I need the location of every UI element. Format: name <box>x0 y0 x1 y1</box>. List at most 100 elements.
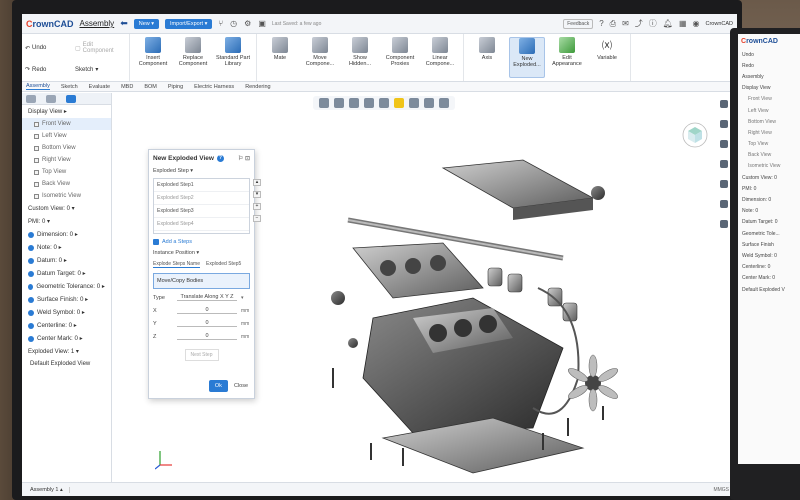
insert-component-button[interactable]: Insert Component <box>135 37 171 78</box>
section-view-icon[interactable] <box>394 98 404 108</box>
save-icon[interactable]: ▣ <box>258 19 266 28</box>
import-export-button[interactable]: Import/Export ▾ <box>165 18 213 29</box>
mail-icon[interactable]: ✉ <box>622 19 629 28</box>
appearance-icon[interactable] <box>409 98 419 108</box>
new-exploded-button[interactable]: New Exploded... <box>509 37 545 78</box>
pmi-geometric-tolerance[interactable]: Geometric Tolerance: 0 ▸ <box>22 280 111 293</box>
add-step-icon[interactable]: + <box>253 203 261 210</box>
redo-button[interactable]: ↷ Redo <box>25 61 73 78</box>
new-button[interactable]: New ▾ <box>133 18 160 29</box>
tab-exploded-step5[interactable]: Exploded Step5 <box>206 261 241 268</box>
tab-rendering[interactable]: Rendering <box>245 84 270 90</box>
pmi-dimension[interactable]: Dimension: 0 ▸ <box>22 228 111 241</box>
document-tab[interactable]: Assembly 1 ▴ <box>30 486 70 493</box>
view-front[interactable]: Front View <box>22 118 111 130</box>
pmi-centerline[interactable]: Centerline: 0 ▸ <box>22 319 111 332</box>
ok-button[interactable]: Ok <box>208 380 228 392</box>
document-title[interactable]: Assembly <box>80 19 115 28</box>
edit-component-button[interactable]: ▢ Edit Component <box>75 37 123 59</box>
list-item[interactable]: Exploded Step4 <box>154 218 249 231</box>
z-field[interactable]: Z 0 mm <box>149 330 254 343</box>
expand-icon[interactable] <box>720 100 728 108</box>
help-icon[interactable]: ? <box>216 155 224 162</box>
y-field[interactable]: Y 0 mm <box>149 317 254 330</box>
list-item[interactable]: Exploded Step2 <box>154 192 249 205</box>
dialog-window-controls[interactable]: ⚐ ⊡ <box>238 155 250 162</box>
feedback-button[interactable]: Feedback <box>563 18 594 29</box>
replace-component-button[interactable]: Replace Component <box>175 37 211 78</box>
pmi-toggle[interactable]: PMI: 0 ▾ <box>22 215 111 228</box>
type-select[interactable]: Type Translate Along X Y Z ▾ <box>149 291 254 304</box>
view-top[interactable]: Top View <box>22 166 111 178</box>
back-arrow-icon[interactable]: ⬅ <box>120 18 128 29</box>
history-icon[interactable]: ◷ <box>230 19 237 28</box>
standard-part-library-button[interactable]: Standard Part Library <box>215 37 251 78</box>
info-icon[interactable]: ⓘ <box>649 18 657 29</box>
view-left[interactable]: Left View <box>22 130 111 142</box>
display-manager-icon[interactable] <box>720 120 728 128</box>
move-up-icon[interactable]: ▴ <box>253 179 261 186</box>
close-button[interactable]: Close <box>234 383 248 389</box>
save-view-icon[interactable] <box>720 200 728 208</box>
units-indicator[interactable]: MMGS <box>713 487 729 493</box>
show-hidden-button[interactable]: Show Hidden... <box>342 37 378 78</box>
share-icon[interactable]: ⤴ <box>635 18 643 29</box>
display-view-toggle[interactable]: Display View ▸ <box>22 105 111 118</box>
display-icon[interactable] <box>66 95 76 103</box>
tab-evaluate[interactable]: Evaluate <box>89 84 110 90</box>
panel-icon[interactable] <box>720 220 728 228</box>
add-steps-checkbox[interactable]: Add a Steps <box>149 236 254 248</box>
linear-component-button[interactable]: Linear Compone... <box>422 37 458 78</box>
grid-icon[interactable]: ▦ <box>679 19 687 28</box>
variable-button[interactable]: ⒳ Variable <box>589 37 625 78</box>
instance-position-section[interactable]: Instance Position ▾ <box>149 248 254 258</box>
move-down-icon[interactable]: ▾ <box>253 191 261 198</box>
next-step-button[interactable]: Next Step <box>184 349 219 361</box>
help-icon[interactable]: ? <box>599 19 603 28</box>
move-copy-bodies-field[interactable]: Move/Copy Bodies <box>153 273 250 289</box>
pmi-datum[interactable]: Datum: 0 ▸ <box>22 254 111 267</box>
view-back[interactable]: Back View <box>22 178 111 190</box>
view-bottom[interactable]: Bottom View <box>22 142 111 154</box>
user-menu[interactable]: CrownCAD <box>705 21 733 27</box>
tools-icon[interactable] <box>720 160 728 168</box>
user-avatar-icon[interactable]: ◉ <box>693 19 700 28</box>
remove-step-icon[interactable]: − <box>253 215 261 222</box>
tab-mbd[interactable]: MBD <box>121 84 133 90</box>
axis-button[interactable]: Axis <box>469 37 505 78</box>
pmi-note[interactable]: Note: 0 ▸ <box>22 241 111 254</box>
notification-icon[interactable]: 🔔︎ <box>663 19 673 28</box>
app-logo[interactable]: CrownCAD <box>26 19 74 29</box>
settings-icon[interactable]: ⚙ <box>244 19 251 28</box>
visibility-icon[interactable] <box>379 98 389 108</box>
print-icon[interactable]: ⎙ <box>610 19 616 29</box>
pmi-weld-symbol[interactable]: Weld Symbol: 0 ▸ <box>22 306 111 319</box>
custom-view-toggle[interactable]: Custom View: 0 ▾ <box>22 202 111 215</box>
view-settings-icon[interactable] <box>439 98 449 108</box>
layers-icon[interactable] <box>720 180 728 188</box>
exploded-engine-model[interactable] <box>263 148 683 478</box>
move-component-button[interactable]: Move Compone... <box>302 37 338 78</box>
properties-icon[interactable] <box>46 95 56 103</box>
feature-tree-icon[interactable] <box>26 95 36 103</box>
tab-piping[interactable]: Piping <box>168 84 183 90</box>
pmi-center-mark[interactable]: Center Mark: 0 ▸ <box>22 332 111 345</box>
component-proxies-button[interactable]: Component Proxies <box>382 37 418 78</box>
mate-button[interactable]: Mate <box>262 37 298 78</box>
tab-electric-harness[interactable]: Electric Harness <box>194 84 234 90</box>
tab-assembly[interactable]: Assembly <box>26 83 50 90</box>
pmi-datum-target[interactable]: Datum Target: 0 ▸ <box>22 267 111 280</box>
default-exploded-view-item[interactable]: Default Exploded View <box>22 358 111 370</box>
view-right[interactable]: Right View <box>22 154 111 166</box>
measure-icon[interactable] <box>424 98 434 108</box>
pmi-surface-finish[interactable]: Surface Finish: 0 ▸ <box>22 293 111 306</box>
view-orientation-icon[interactable] <box>349 98 359 108</box>
view-isometric[interactable]: Isometric View <box>22 190 111 202</box>
list-item[interactable]: Exploded Step1 <box>154 179 249 192</box>
zoom-icon[interactable] <box>319 98 329 108</box>
x-field[interactable]: X 0 mm <box>149 304 254 317</box>
sketch-button[interactable]: Sketch ▾ <box>75 61 123 78</box>
exploded-view-toggle[interactable]: Exploded View: 1 ▾ <box>22 345 111 358</box>
branch-icon[interactable]: ⑂ <box>218 19 223 28</box>
fit-view-icon[interactable] <box>334 98 344 108</box>
